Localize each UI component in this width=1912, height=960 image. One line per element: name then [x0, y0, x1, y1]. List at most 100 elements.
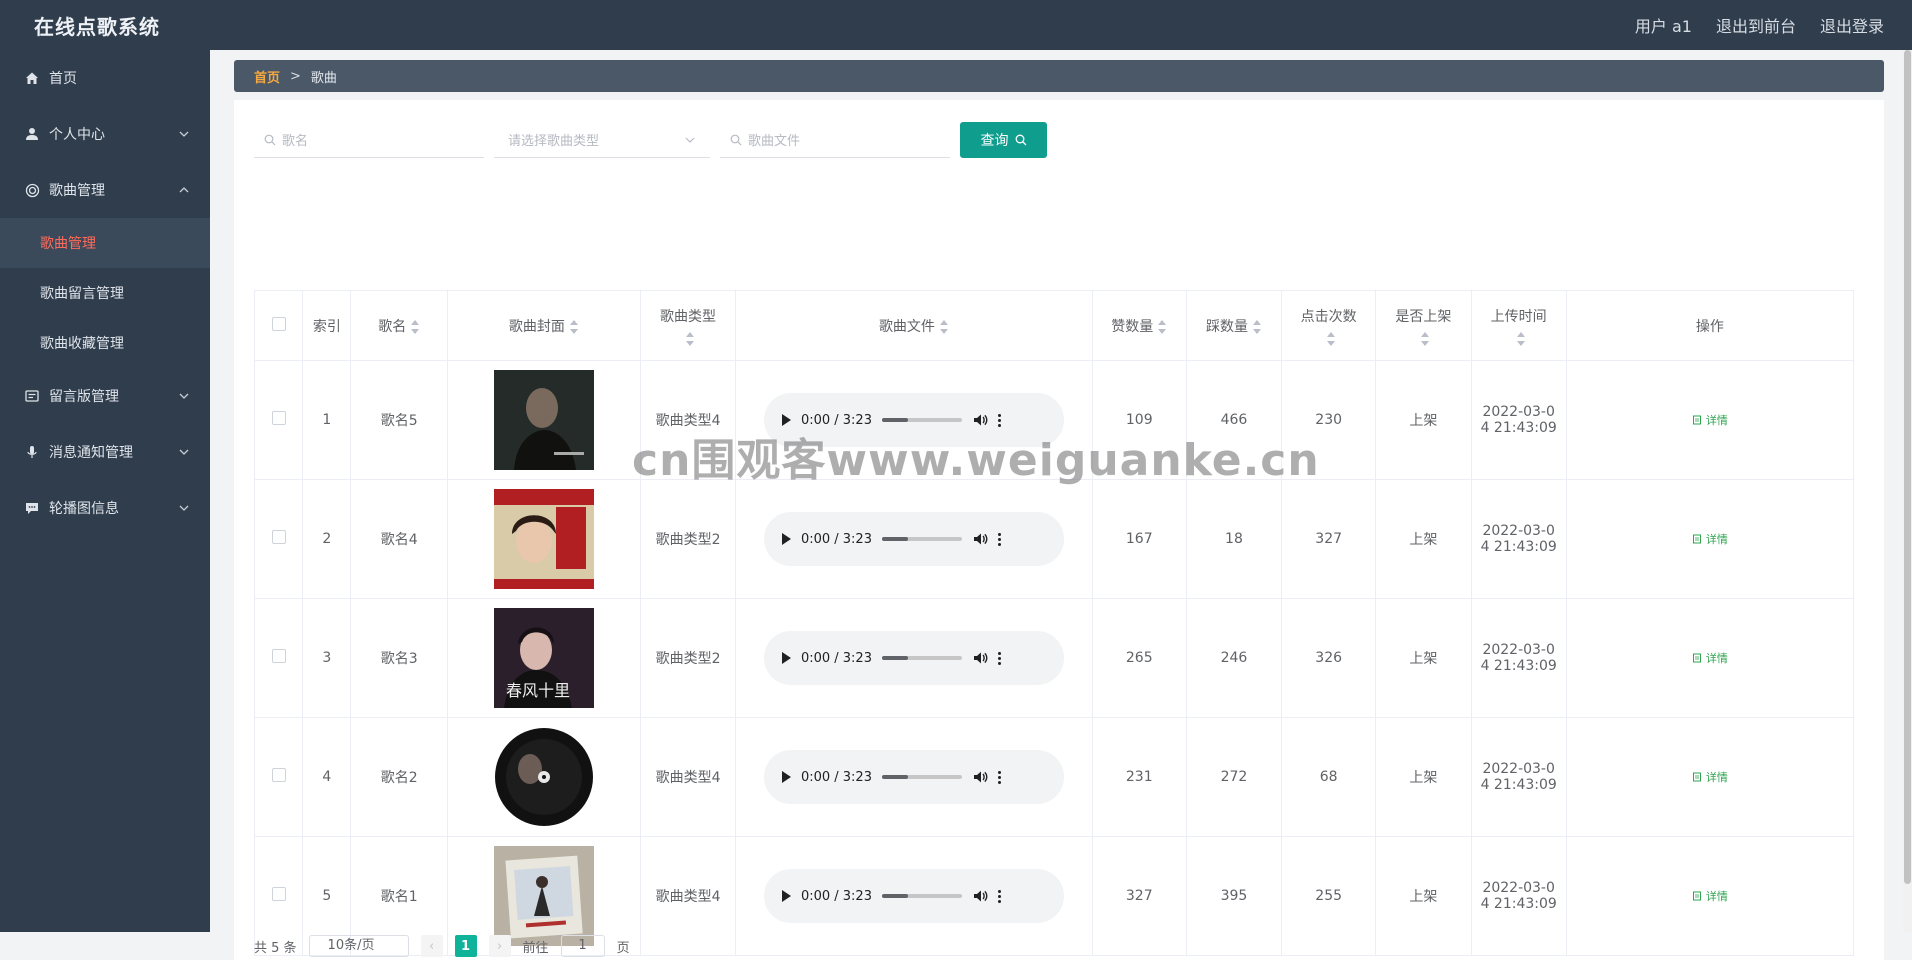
header-upload-time[interactable]: 上传时间 — [1470, 290, 1567, 361]
more-options-icon[interactable] — [997, 889, 1001, 903]
search-bar: 歌名 请选择歌曲类型 歌曲文件 查询 — [254, 122, 1047, 158]
cell-likes: 265 — [1091, 598, 1187, 718]
song-type-select[interactable]: 请选择歌曲类型 — [494, 122, 710, 158]
song-name-input[interactable]: 歌名 — [254, 122, 484, 158]
row-checkbox[interactable] — [271, 411, 286, 425]
cell-status: 上架 — [1375, 717, 1472, 837]
song-cover-image: 春风十里 — [493, 608, 594, 708]
row-checkbox[interactable] — [271, 768, 286, 782]
sidebar-item-notifications[interactable]: 消息通知管理 — [0, 424, 210, 480]
detail-button[interactable]: 详情 — [1692, 769, 1728, 785]
audio-time: 0:00 / 3:23 — [800, 531, 872, 547]
prev-page-button[interactable]: ‹ — [420, 935, 443, 957]
upload-time-line: 2022-03-0 — [1482, 523, 1555, 539]
page-scrollbar[interactable] — [1903, 50, 1912, 932]
sort-icon[interactable] — [1326, 331, 1336, 346]
sort-icon[interactable] — [685, 331, 695, 346]
goto-page-input[interactable]: 1 — [560, 935, 605, 957]
sidebar-item-home[interactable]: 首页 — [0, 50, 210, 106]
exit-to-front-link[interactable]: 退出到前台 — [1716, 13, 1796, 37]
cell-status: 上架 — [1375, 836, 1472, 956]
volume-icon[interactable] — [972, 650, 988, 666]
detail-button[interactable]: 详情 — [1692, 412, 1728, 428]
top-bar: 在线点歌系统 用户 a1 退出到前台 退出登录 — [0, 0, 1912, 50]
query-button[interactable]: 查询 — [960, 122, 1047, 158]
header-song-name[interactable]: 歌名 — [350, 290, 448, 361]
cell-index: 1 — [302, 360, 352, 480]
sort-icon[interactable] — [1420, 331, 1430, 346]
submenu-song-comments[interactable]: 歌曲留言管理 — [0, 268, 210, 318]
header-song-file[interactable]: 歌曲文件 — [735, 290, 1093, 361]
logout-link[interactable]: 退出登录 — [1820, 13, 1884, 37]
row-checkbox[interactable] — [271, 887, 286, 901]
header-dislikes[interactable]: 踩数量 — [1185, 290, 1283, 361]
sidebar-item-carousel[interactable]: 轮播图信息 — [0, 480, 210, 536]
sidebar-item-song-management[interactable]: 歌曲管理 — [0, 162, 210, 218]
header-cover[interactable]: 歌曲封面 — [446, 290, 641, 361]
sort-icon[interactable] — [410, 319, 420, 334]
submenu-song-management[interactable]: 歌曲管理 — [0, 218, 210, 268]
sort-icon[interactable] — [939, 319, 949, 334]
main-area: 首页 > 歌曲 歌名 请选择歌曲类型 歌曲文件 查询 索引 歌名 歌曲封面 歌曲… — [210, 50, 1903, 960]
cell-song-type: 歌曲类型2 — [639, 479, 737, 599]
audio-progress-slider[interactable] — [881, 775, 962, 779]
play-icon[interactable] — [781, 652, 791, 664]
audio-progress-slider[interactable] — [881, 894, 962, 898]
audio-progress-slider[interactable] — [881, 418, 962, 422]
sidebar-item-label: 轮播图信息 — [49, 501, 119, 517]
next-page-button[interactable]: › — [488, 935, 511, 957]
header-index: 索引 — [302, 290, 352, 361]
play-icon[interactable] — [781, 890, 791, 902]
play-icon[interactable] — [781, 771, 791, 783]
detail-label: 详情 — [1705, 651, 1728, 665]
cell-song-file: 0:00 / 3:23 — [735, 717, 1093, 837]
upload-time-line: 2022-03-0 — [1482, 642, 1555, 658]
play-icon[interactable] — [781, 533, 791, 545]
song-file-input[interactable]: 歌曲文件 — [720, 122, 950, 158]
page-number-current[interactable]: 1 — [454, 935, 477, 957]
more-options-icon[interactable] — [997, 770, 1001, 784]
more-options-icon[interactable] — [997, 651, 1001, 665]
select-all-checkbox[interactable] — [271, 316, 286, 331]
song-cover-image — [493, 370, 594, 470]
page-size-select[interactable]: 10条/页 — [308, 935, 409, 957]
volume-icon[interactable] — [972, 531, 988, 547]
audio-player[interactable]: 0:00 / 3:23 — [763, 512, 1064, 566]
header-clicks[interactable]: 点击次数 — [1281, 290, 1377, 361]
volume-icon[interactable] — [972, 769, 988, 785]
breadcrumb-home[interactable]: 首页 — [254, 67, 280, 86]
breadcrumb-separator: > — [290, 68, 301, 84]
cell-clicks: 327 — [1281, 479, 1377, 599]
audio-player[interactable]: 0:00 / 3:23 — [763, 750, 1064, 804]
upload-time-line: 4 21:43:09 — [1480, 539, 1557, 555]
volume-icon[interactable] — [972, 888, 988, 904]
row-checkbox[interactable] — [271, 649, 286, 663]
detail-button[interactable]: 详情 — [1692, 888, 1728, 904]
page-unit-label: 页 — [616, 940, 630, 956]
sidebar-item-label: 个人中心 — [49, 127, 105, 143]
chat-icon — [24, 500, 40, 516]
sort-icon[interactable] — [1516, 331, 1526, 346]
sort-icon[interactable] — [1157, 319, 1167, 334]
header-likes[interactable]: 赞数量 — [1091, 290, 1187, 361]
header-listed[interactable]: 是否上架 — [1375, 290, 1472, 361]
audio-progress-slider[interactable] — [881, 656, 962, 660]
header-song-type[interactable]: 歌曲类型 — [639, 290, 737, 361]
row-checkbox[interactable] — [271, 530, 286, 544]
cell-cover — [446, 479, 641, 599]
header-actions: 操作 — [1565, 290, 1855, 361]
sort-icon[interactable] — [569, 319, 579, 334]
sidebar-item-personal-center[interactable]: 个人中心 — [0, 106, 210, 162]
submenu-song-favorites[interactable]: 歌曲收藏管理 — [0, 318, 210, 368]
audio-player[interactable]: 0:00 / 3:23 — [763, 631, 1064, 685]
audio-progress-slider[interactable] — [881, 537, 962, 541]
scrollbar-thumb[interactable] — [1904, 50, 1911, 884]
sidebar-item-message-board[interactable]: 留言版管理 — [0, 368, 210, 424]
chevron-down-icon — [179, 449, 189, 455]
detail-button[interactable]: 详情 — [1692, 650, 1728, 666]
more-options-icon[interactable] — [997, 532, 1001, 546]
audio-player[interactable]: 0:00 / 3:23 — [763, 869, 1064, 923]
sort-icon[interactable] — [1252, 319, 1262, 334]
detail-button[interactable]: 详情 — [1692, 531, 1728, 547]
cell-likes: 231 — [1091, 717, 1187, 837]
